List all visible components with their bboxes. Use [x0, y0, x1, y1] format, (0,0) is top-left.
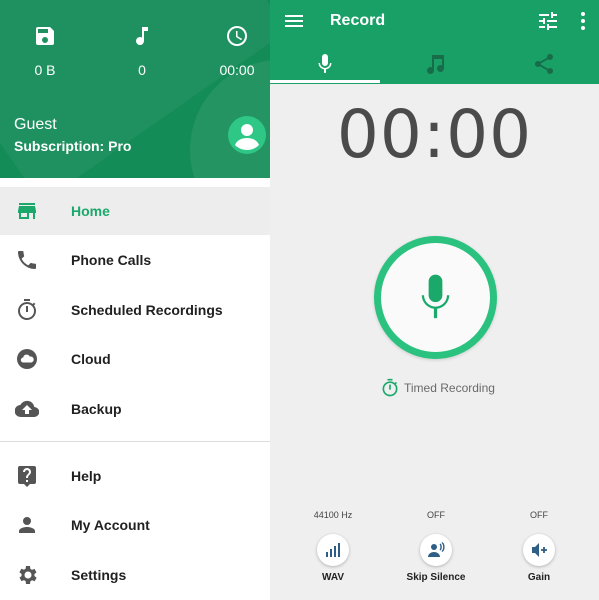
hamburger-menu-icon[interactable] — [282, 9, 306, 33]
format-label: WAV — [321, 572, 345, 583]
timer-icon — [380, 378, 400, 398]
recordings-count: 0 — [138, 62, 146, 78]
recordings-stat: 0 — [112, 24, 172, 78]
share-icon — [532, 52, 556, 76]
record-screen: Record 00:00 Timed Recording 44100 Hz WA… — [270, 0, 599, 600]
person-icon — [15, 513, 39, 537]
storage-value: 0 B — [34, 62, 56, 78]
page-title: Record — [330, 12, 386, 29]
help-icon — [15, 464, 39, 488]
music-note-icon — [130, 24, 154, 48]
sample-rate-label: 44100 Hz — [313, 510, 353, 520]
nav-item-help[interactable]: Help — [0, 452, 270, 500]
subscription-label: Subscription: Pro — [14, 138, 132, 154]
nav-item-label: Phone Calls — [71, 252, 152, 268]
more-vert-icon[interactable] — [571, 9, 595, 33]
nav-item-backup[interactable]: Backup — [0, 385, 270, 433]
signal-bars-icon — [326, 543, 340, 557]
nav-item-home[interactable]: Home — [0, 187, 270, 235]
user-name: Guest — [14, 116, 57, 133]
nav-item-label: Home — [71, 203, 110, 219]
clock-icon — [225, 24, 249, 48]
timed-recording-button[interactable]: Timed Recording — [380, 378, 495, 398]
tab-record[interactable] — [270, 44, 380, 84]
gain-state: OFF — [530, 510, 548, 520]
recording-timer: 00:00 — [336, 96, 533, 173]
nav-item-label: Settings — [71, 567, 127, 583]
nav-item-my-account[interactable]: My Account — [0, 501, 270, 549]
format-button[interactable] — [317, 534, 349, 566]
nav-item-label: Help — [71, 468, 102, 484]
skip-silence-option: OFF Skip Silence — [396, 510, 476, 583]
skip-silence-icon — [428, 541, 445, 557]
storage-stat: 0 B — [15, 24, 75, 78]
gain-option: OFF Gain — [499, 510, 579, 583]
account-circle-icon[interactable] — [228, 116, 266, 154]
skip-silence-button[interactable] — [420, 534, 452, 566]
gear-icon — [15, 563, 39, 587]
save-icon — [33, 24, 57, 48]
gain-button[interactable] — [523, 534, 555, 566]
nav-item-label: My Account — [71, 517, 150, 533]
store-icon — [15, 199, 39, 223]
app-bar: Record — [270, 0, 599, 84]
mic-icon — [313, 52, 337, 76]
tab-share[interactable] — [489, 44, 599, 84]
cloud-icon — [15, 347, 39, 371]
mic-icon — [421, 274, 450, 319]
nav-item-scheduled-recordings[interactable]: Scheduled Recordings — [0, 286, 270, 334]
volume-plus-icon — [532, 543, 547, 557]
phone-icon — [15, 248, 39, 272]
nav-item-label: Cloud — [71, 351, 111, 367]
tab-recordings[interactable] — [380, 44, 490, 84]
music-note-icon — [423, 52, 447, 76]
nav-item-label: Scheduled Recordings — [71, 302, 223, 318]
tune-icon[interactable] — [536, 9, 560, 33]
nav-divider — [0, 441, 270, 442]
skip-silence-state: OFF — [427, 510, 445, 520]
timer-icon — [15, 298, 39, 322]
format-option: 44100 Hz WAV — [293, 510, 373, 583]
navigation-drawer: 0 B 0 00:00 Guest Subscription: Pro Home… — [0, 0, 270, 600]
nav-item-label: Backup — [71, 401, 122, 417]
timed-recording-label: Timed Recording — [404, 381, 495, 395]
nav-item-cloud[interactable]: Cloud — [0, 335, 270, 383]
duration-value: 00:00 — [219, 62, 255, 78]
nav-item-phone-calls[interactable]: Phone Calls — [0, 236, 270, 284]
record-button[interactable] — [374, 236, 497, 359]
gain-label: Gain — [527, 572, 551, 583]
nav-item-settings[interactable]: Settings — [0, 551, 270, 599]
active-tab-indicator — [270, 80, 380, 83]
skip-silence-label: Skip Silence — [406, 572, 466, 583]
cloud-upload-icon — [15, 397, 39, 421]
duration-stat: 00:00 — [207, 24, 267, 78]
drawer-header: 0 B 0 00:00 Guest Subscription: Pro — [0, 0, 270, 178]
